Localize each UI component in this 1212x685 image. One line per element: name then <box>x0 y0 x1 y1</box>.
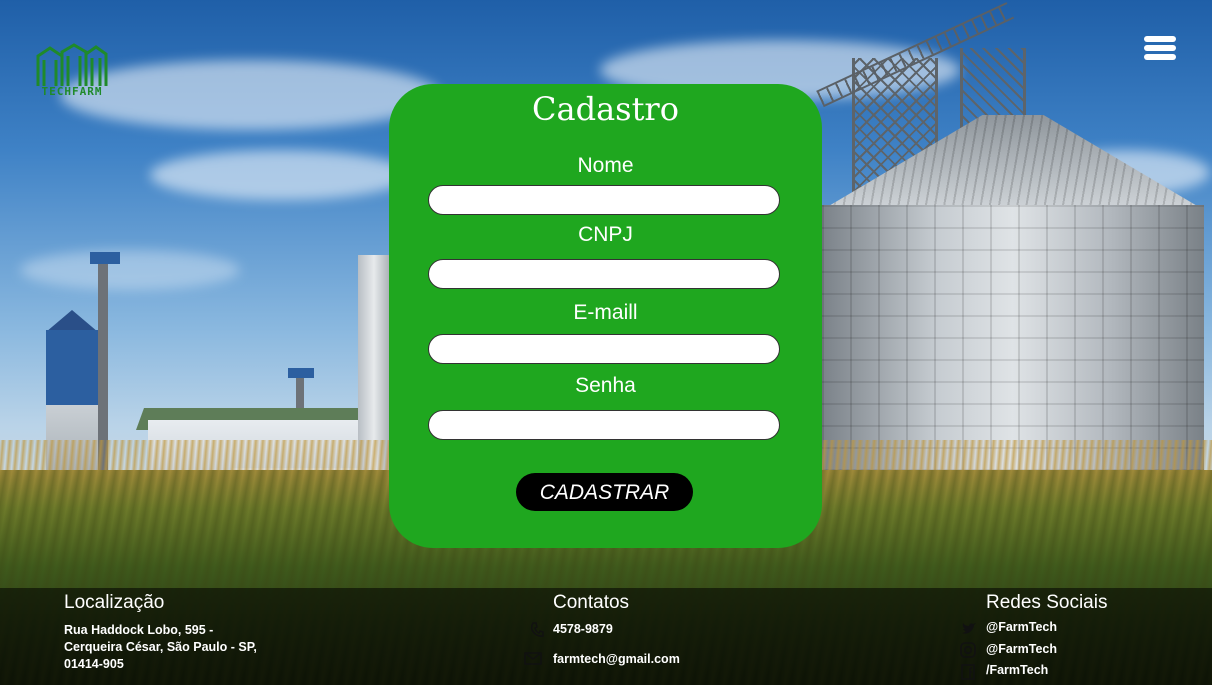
social-heading: Redes Sociais <box>986 592 1108 613</box>
cnpj-label: CNPJ <box>578 223 633 246</box>
address-line: 01414-905 <box>64 657 124 671</box>
email-address[interactable]: farmtech@gmail.com <box>553 652 680 666</box>
silos-logo-icon <box>36 43 108 86</box>
instagram-icon <box>960 642 976 658</box>
mail-icon <box>524 652 542 665</box>
name-label: Nome <box>577 154 634 177</box>
footer-contacts: Contatos 4578-9879 farmtech@gmail.com <box>520 592 720 682</box>
logo-text: TECHFARM <box>41 85 103 98</box>
phone-number[interactable]: 4578-9879 <box>553 622 613 636</box>
twitter-icon <box>962 623 976 634</box>
instagram-handle[interactable]: @FarmTech <box>986 642 1057 656</box>
contacts-heading: Contatos <box>553 592 630 613</box>
address-line: Rua Haddock Lobo, 595 - <box>64 623 214 637</box>
signup-form: Cadastro Nome CNPJ E-maill Senha CADASTR… <box>389 84 822 548</box>
phone-icon <box>530 622 544 637</box>
menu-button[interactable] <box>1144 34 1176 62</box>
email-input[interactable] <box>428 334 780 364</box>
techfarm-logo[interactable]: TECHFARM <box>28 42 116 100</box>
email-label: E-maill <box>573 301 638 324</box>
footer-location: Localização Rua Haddock Lobo, 595 - Cerq… <box>64 592 294 673</box>
facebook-icon <box>961 664 975 680</box>
register-button[interactable]: CADASTRAR <box>516 473 693 511</box>
facebook-handle[interactable]: /FarmTech <box>986 663 1048 677</box>
footer-social: Redes Sociais @FarmTech @FarmTech /FarmT… <box>955 592 1175 685</box>
password-label: Senha <box>575 374 636 397</box>
name-input[interactable] <box>428 185 780 215</box>
form-title: Cadastro <box>532 90 679 128</box>
twitter-handle[interactable]: @FarmTech <box>986 620 1057 634</box>
cnpj-input[interactable] <box>428 259 780 289</box>
location-heading: Localização <box>64 592 165 613</box>
password-input[interactable] <box>428 410 780 440</box>
address-line: Cerqueira César, São Paulo - SP, <box>64 640 257 654</box>
